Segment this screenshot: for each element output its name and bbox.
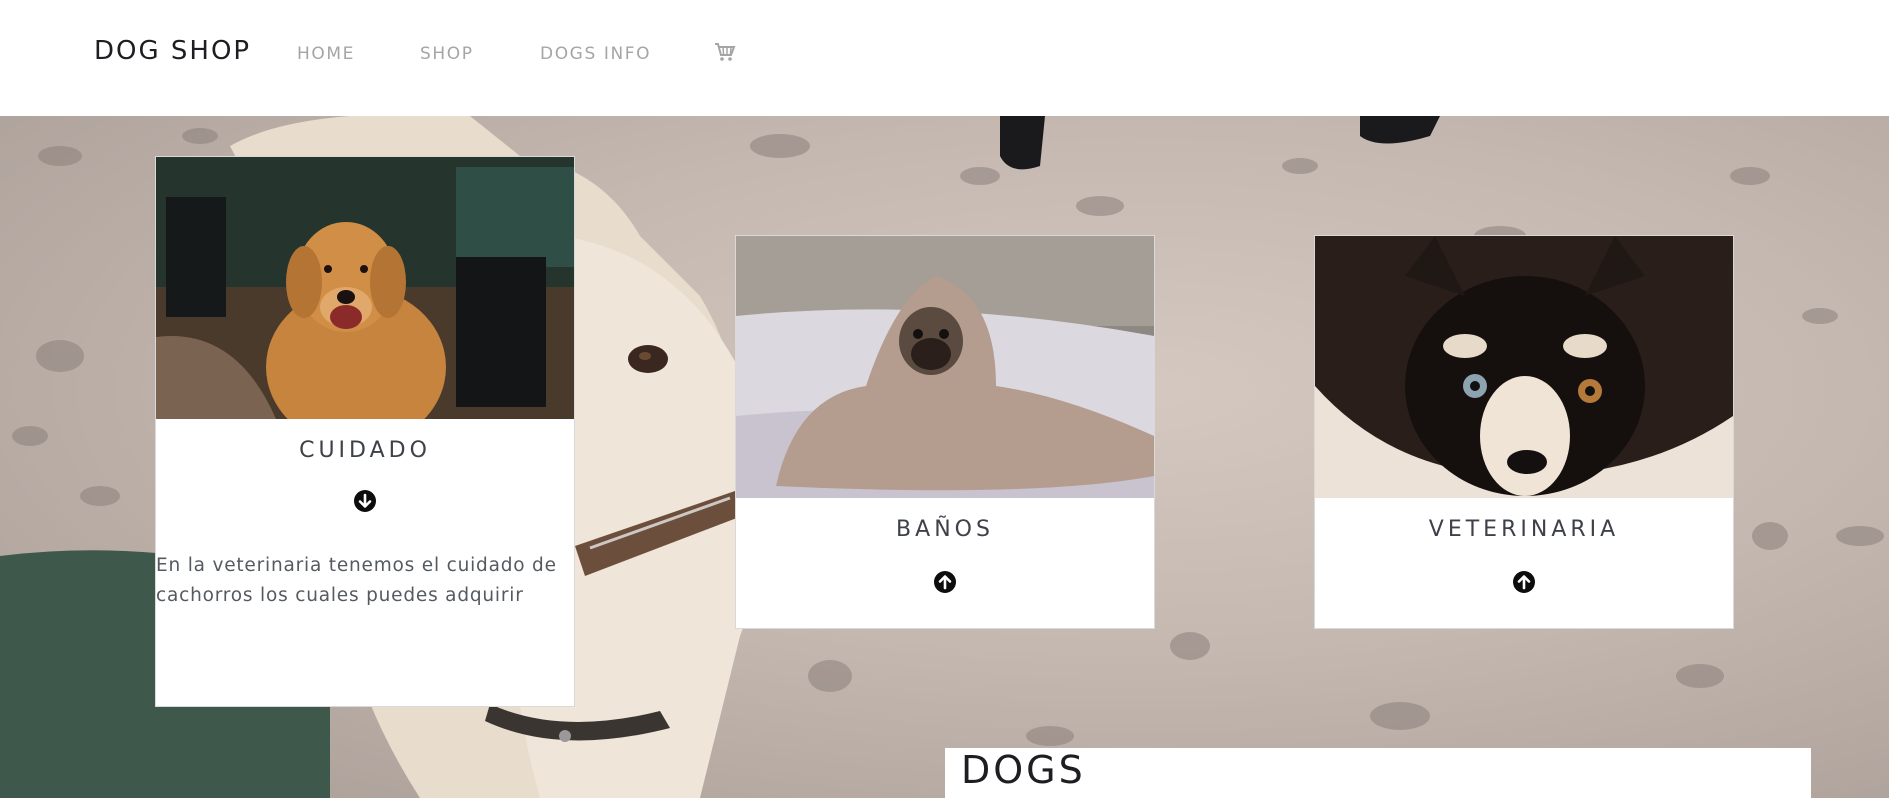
arrow-up-circle-icon[interactable]: [934, 571, 956, 593]
brand-logo[interactable]: DOG SHOP: [94, 36, 251, 66]
navbar: DOG SHOP HOME SHOP DOGS INFO: [0, 0, 1889, 116]
arrow-down-circle-icon[interactable]: [354, 490, 376, 512]
card-title: VETERINARIA: [1428, 517, 1620, 542]
card-image-golden-retriever: [156, 157, 574, 419]
nav-link-shop[interactable]: SHOP: [420, 44, 474, 64]
card-veterinaria: VETERINARIA: [1314, 235, 1734, 629]
card-title: CUIDADO: [299, 438, 431, 463]
card-title: BAÑOS: [896, 517, 994, 542]
section-heading: DOGS: [961, 748, 1086, 792]
card-image-pug-blanket: [736, 236, 1154, 498]
cart-icon[interactable]: [714, 42, 736, 62]
arrow-up-circle-icon[interactable]: [1513, 571, 1535, 593]
nav-link-home[interactable]: HOME: [297, 44, 355, 64]
card-cuidado: CUIDADO En la veterinaria tenemos el cui…: [155, 156, 575, 707]
card-description: En la veterinaria tenemos el cuidado de …: [156, 555, 557, 606]
card-image-husky-puppy: [1315, 236, 1733, 498]
nav-link-dogs-info[interactable]: DOGS INFO: [540, 44, 651, 64]
dogs-section: DOGS: [945, 748, 1811, 808]
card-banos: BAÑOS: [735, 235, 1155, 629]
